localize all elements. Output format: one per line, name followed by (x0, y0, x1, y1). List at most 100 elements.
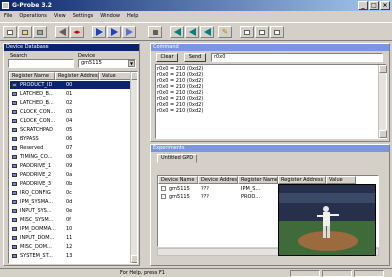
register-address-cell: 02 (66, 100, 73, 106)
table-row[interactable]: BYPASS 06 (10, 135, 130, 143)
menu-bar: File Operations View Settings Window Hel… (0, 11, 392, 21)
swap-icon[interactable]: ◂▸ (70, 26, 84, 38)
scroll-up-icon[interactable] (379, 65, 387, 73)
table-row[interactable]: IRQ_CONFIG 0c (10, 189, 130, 197)
scroll-down-icon[interactable] (379, 130, 387, 138)
register-icon (12, 191, 17, 195)
table-row[interactable]: Reserved 07 (10, 144, 130, 152)
register-icon (12, 254, 17, 258)
table-row[interactable]: PADDRIVE_1 09 (10, 162, 130, 170)
register-scrollbar[interactable] (130, 72, 137, 263)
table-row[interactable]: LATCHED_B... 01 (10, 90, 130, 98)
register-name-cell: MISC_DOM... (20, 244, 52, 250)
table-row[interactable]: PADDRIVE_2 0a (10, 171, 130, 179)
app-icon (2, 2, 9, 9)
clear-button[interactable]: Clear (156, 53, 178, 62)
chart-icon[interactable]: ✎ (218, 26, 232, 38)
scroll-down-icon[interactable] (131, 255, 137, 263)
window-title: G-Probe 3.2 (12, 2, 52, 9)
close-button[interactable]: × (380, 1, 390, 10)
search-input[interactable] (8, 59, 74, 68)
device-address-cell: ??? (201, 194, 209, 200)
table-row[interactable]: IPM_SYSMA... 0d (10, 198, 130, 206)
column-header-register-name[interactable]: Register Name (238, 176, 278, 184)
register-icon (12, 227, 17, 231)
command-log-scrollbar[interactable] (378, 65, 387, 138)
chevron-down-icon[interactable]: ▼ (128, 60, 135, 67)
menu-settings[interactable]: Settings (73, 11, 94, 21)
table-row[interactable]: SYSTEM_ST... 13 (10, 252, 130, 260)
register-name-cell: PADDRIVE_1 (20, 163, 52, 169)
rewind-step-icon[interactable] (185, 26, 199, 38)
register-icon (12, 155, 17, 159)
register-address-cell: 12 (66, 244, 73, 250)
open-file-icon[interactable] (18, 26, 32, 38)
table-row[interactable]: PRODUCT_ID 00 (10, 81, 130, 89)
play-icon[interactable] (92, 26, 106, 38)
register-name-cell: PRODUCT_ID (20, 82, 53, 88)
table-row[interactable]: INPUT_DOM... 11 (10, 234, 130, 242)
register-name-cell: Reserved (20, 145, 44, 151)
table-row[interactable]: PADDRIVE_3 0b (10, 180, 130, 188)
column-header-device-name[interactable]: Device Name (158, 176, 198, 184)
window-icon[interactable] (240, 26, 254, 38)
menu-window[interactable]: Window (100, 11, 120, 21)
device-name-cell: gm5115 (169, 194, 190, 200)
rewind-fast-icon[interactable] (200, 26, 214, 38)
cascade-icon[interactable] (270, 26, 284, 38)
table-row[interactable]: MISC_SYSM... 0f (10, 216, 130, 224)
rewind-icon[interactable] (170, 26, 184, 38)
stop-icon[interactable] (148, 26, 162, 38)
table-row[interactable]: TIMING_CO... 08 (10, 153, 130, 161)
tab-untitled-gpd[interactable]: Untitled GPD (157, 154, 198, 163)
row-checkbox[interactable] (161, 186, 166, 191)
table-row[interactable]: MISC_DOM... 12 (10, 243, 130, 251)
tile-icon[interactable] (255, 26, 269, 38)
register-name-cell: PADDRIVE_2 (20, 172, 52, 178)
register-name-cell: IPM_SYSMA... (20, 199, 54, 205)
table-row[interactable]: CLOCK_CON... 03 (10, 108, 130, 116)
column-header-register-address[interactable]: Register Address (55, 72, 99, 80)
device-database-title: Device Database (4, 44, 139, 51)
scroll-up-icon[interactable] (131, 72, 137, 80)
register-name-cell: IPM_DOMMA... (20, 226, 56, 232)
device-select[interactable]: gm5115 ▼ (78, 59, 136, 68)
save-icon[interactable] (33, 26, 47, 38)
row-checkbox[interactable] (161, 194, 166, 199)
column-header-register-name[interactable]: Register Name (9, 72, 55, 80)
register-icon (12, 200, 17, 204)
table-row[interactable]: IPM_DOMMA... 10 (10, 225, 130, 233)
register-icon (12, 173, 17, 177)
register-address-cell: 03 (66, 109, 73, 115)
register-name-cell: IRQ_CONFIG (20, 190, 51, 196)
table-row[interactable]: CLOCK_CON... 04 (10, 117, 130, 125)
register-icon (12, 146, 17, 150)
register-icon (12, 245, 17, 249)
register-icon (12, 209, 17, 213)
column-header-value[interactable]: Value (99, 72, 131, 80)
register-address-cell: 06 (66, 136, 73, 142)
column-header-value[interactable]: Value (326, 176, 356, 184)
register-address-cell: 00 (66, 82, 73, 88)
register-address-cell: 0d (66, 199, 73, 205)
table-row[interactable]: SCRATCHPAD 05 (10, 126, 130, 134)
new-file-icon[interactable] (3, 26, 17, 38)
step-back-icon[interactable] (55, 26, 69, 38)
register-address-cell: 0b (66, 181, 73, 187)
register-name-cell: IPM_S... (241, 186, 261, 192)
menu-operations[interactable]: Operations (19, 11, 47, 21)
menu-view[interactable]: View (54, 11, 66, 21)
send-button[interactable]: Send (184, 53, 206, 62)
column-header-register-address[interactable]: Register Address (278, 176, 326, 184)
minimize-button[interactable]: _ (358, 1, 368, 10)
menu-file[interactable]: File (4, 11, 12, 21)
command-input[interactable]: r0x0 (211, 53, 383, 62)
column-header-device-address[interactable]: Device Address (198, 176, 238, 184)
menu-help[interactable]: Help (127, 11, 138, 21)
step-forward-icon[interactable] (107, 26, 121, 38)
fast-forward-icon[interactable] (122, 26, 136, 38)
status-text: For Help, press F1 (120, 270, 166, 276)
table-row[interactable]: LATCHED_B... 02 (10, 99, 130, 107)
maximize-button[interactable]: □ (369, 1, 379, 10)
table-row[interactable]: INPUT_SYS... 0e (10, 207, 130, 215)
